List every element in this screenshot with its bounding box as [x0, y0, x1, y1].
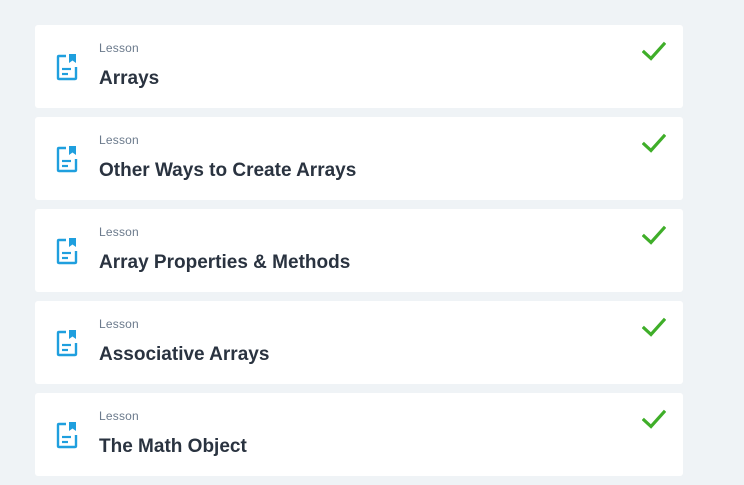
lesson-card[interactable]: Lesson Associative Arrays — [35, 301, 683, 384]
lesson-title[interactable]: Other Ways to Create Arrays — [99, 160, 356, 182]
lesson-card[interactable]: Lesson Arrays — [35, 25, 683, 108]
check-icon — [642, 409, 666, 429]
check-icon — [642, 133, 666, 153]
lesson-document-icon — [56, 330, 78, 357]
lesson-card[interactable]: Lesson Array Properties & Methods — [35, 209, 683, 292]
check-icon — [642, 225, 666, 245]
lesson-type-label: Lesson — [99, 133, 139, 147]
lesson-card[interactable]: Lesson The Math Object — [35, 393, 683, 476]
lesson-type-label: Lesson — [99, 41, 139, 55]
lesson-document-icon — [56, 54, 78, 81]
lesson-document-icon — [56, 422, 78, 449]
lesson-title[interactable]: Arrays — [99, 68, 159, 90]
lesson-type-label: Lesson — [99, 225, 139, 239]
lesson-type-label: Lesson — [99, 409, 139, 423]
lesson-list: Lesson Arrays Lesson Other Ways to Creat… — [35, 25, 683, 485]
lesson-title[interactable]: Associative Arrays — [99, 344, 269, 366]
check-icon — [642, 41, 666, 61]
lesson-document-icon — [56, 146, 78, 173]
lesson-title[interactable]: Array Properties & Methods — [99, 252, 350, 274]
lesson-card[interactable]: Lesson Other Ways to Create Arrays — [35, 117, 683, 200]
lesson-title[interactable]: The Math Object — [99, 436, 247, 458]
lesson-document-icon — [56, 238, 78, 265]
lesson-type-label: Lesson — [99, 317, 139, 331]
check-icon — [642, 317, 666, 337]
